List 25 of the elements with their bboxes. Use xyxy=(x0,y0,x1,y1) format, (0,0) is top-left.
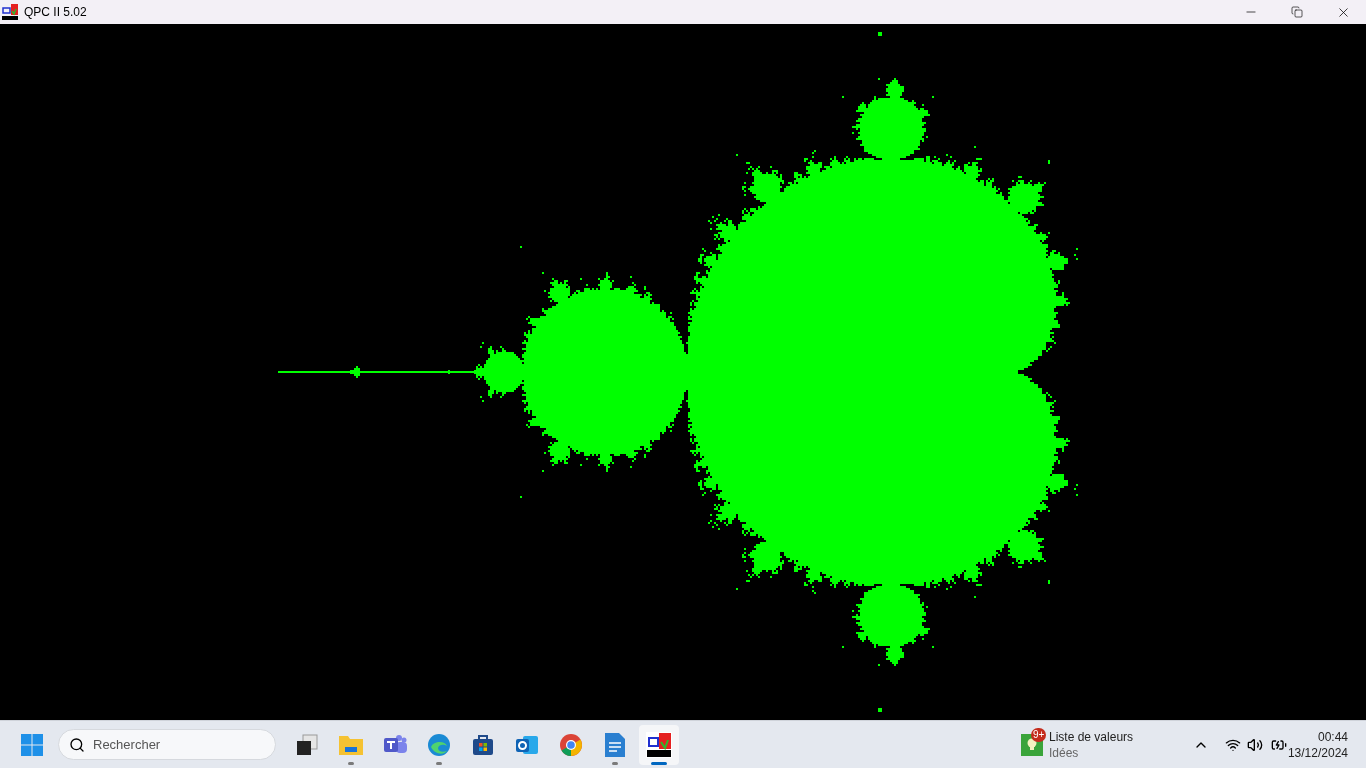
running-indicator xyxy=(651,761,667,765)
browser-icon xyxy=(559,732,583,757)
restore-icon xyxy=(1291,6,1303,18)
document-icon xyxy=(604,731,626,758)
search-input[interactable]: Rechercher xyxy=(93,734,253,755)
window-title: QPC II 5.02 xyxy=(24,4,87,21)
lightbulb-icon xyxy=(1026,737,1038,752)
search-icon xyxy=(69,736,85,753)
search-field[interactable]: Rechercher xyxy=(58,729,276,760)
taskbar-app-button[interactable] xyxy=(639,724,679,765)
wave-circle-icon xyxy=(427,732,451,757)
overlapping-windows-icon xyxy=(295,732,319,757)
running-indicator xyxy=(612,761,618,765)
windows-start-icon[interactable] xyxy=(21,733,43,756)
clock-button[interactable]: 00:44 13/12/2024 xyxy=(1287,728,1348,761)
widget-title: Liste de valeurs xyxy=(1049,728,1134,745)
running-indicator xyxy=(348,761,354,765)
shopping-bag-icon xyxy=(471,732,495,757)
speaker-icon[interactable] xyxy=(1247,736,1264,753)
running-indicator xyxy=(436,761,442,765)
widget-subtitle: Idées xyxy=(1049,744,1080,761)
app-logo-icon xyxy=(646,731,672,758)
notification-badge: 9+ xyxy=(1031,727,1047,742)
widget-button[interactable]: 9+ Liste de valeurs Idées xyxy=(1021,728,1134,761)
app-logo-icon xyxy=(2,4,18,20)
